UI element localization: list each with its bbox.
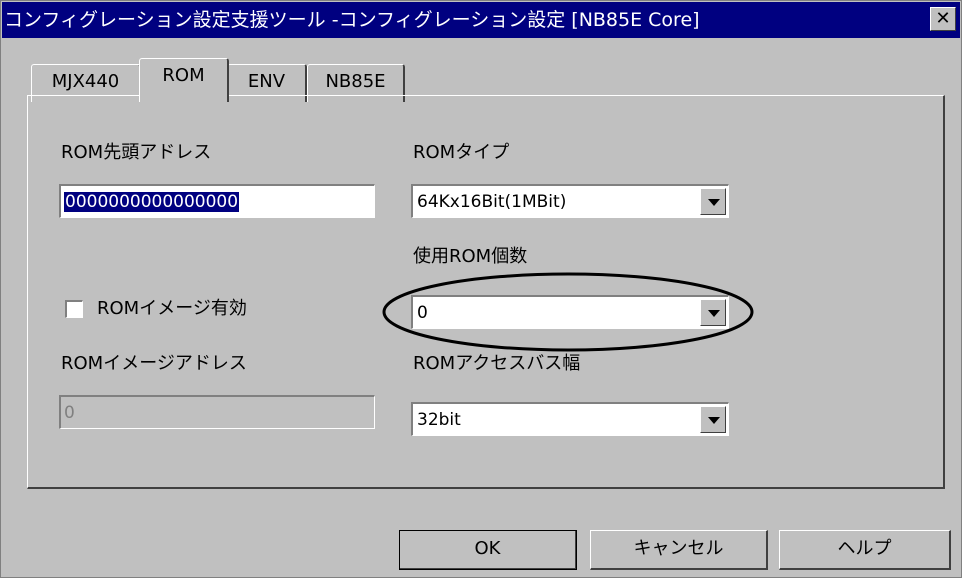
rom-count-label: 使用ROM個数 <box>413 246 528 267</box>
tab-label: ROM <box>162 65 205 86</box>
annotation-ellipse <box>382 272 754 352</box>
tab-rom[interactable]: ROM <box>139 58 229 102</box>
tab-label: NB85E <box>325 71 386 92</box>
rom-image-enable-checkbox[interactable] <box>65 300 83 318</box>
ok-button[interactable]: OK <box>399 530 577 570</box>
chevron-down-icon[interactable] <box>700 188 726 215</box>
rom-image-address-label: ROMイメージアドレス <box>61 353 247 374</box>
config-dialog: コンフィグレーション設定支援ツール -コンフィグレーション設定 [NB85E C… <box>0 0 962 578</box>
help-button-label: ヘルプ <box>837 538 892 559</box>
tab-label: ENV <box>247 71 286 92</box>
cancel-button[interactable]: キャンセル <box>590 530 768 570</box>
bus-width-value: 32bit <box>417 410 461 430</box>
close-button[interactable]: ✕ <box>930 7 956 31</box>
window-title: コンフィグレーション設定支援ツール -コンフィグレーション設定 [NB85E C… <box>4 9 700 31</box>
rom-image-address-value: 0 <box>64 403 75 423</box>
rom-image-enable-label: ROMイメージ有効 <box>97 298 247 319</box>
rom-type-value: 64Kx16Bit(1MBit) <box>417 192 567 212</box>
rom-type-select[interactable]: 64Kx16Bit(1MBit) <box>411 184 729 218</box>
help-button[interactable]: ヘルプ <box>779 530 951 570</box>
close-icon: ✕ <box>935 8 951 29</box>
bus-width-select[interactable]: 32bit <box>411 402 729 436</box>
tab-label: MJX440 <box>51 71 120 92</box>
chevron-down-icon[interactable] <box>700 406 726 433</box>
rom-start-address-value: 0000000000000000 <box>64 192 240 212</box>
rom-type-label: ROMタイプ <box>413 142 510 163</box>
rom-image-address-input: 0 <box>59 395 375 429</box>
title-bar[interactable]: コンフィグレーション設定支援ツール -コンフィグレーション設定 [NB85E C… <box>2 2 960 38</box>
bus-width-label: ROMアクセスバス幅 <box>413 353 581 374</box>
rom-start-address-input[interactable]: 0000000000000000 <box>59 184 375 218</box>
cancel-button-label: キャンセル <box>633 538 724 559</box>
rom-start-address-label: ROM先頭アドレス <box>61 142 212 163</box>
ok-button-label: OK <box>474 538 501 559</box>
